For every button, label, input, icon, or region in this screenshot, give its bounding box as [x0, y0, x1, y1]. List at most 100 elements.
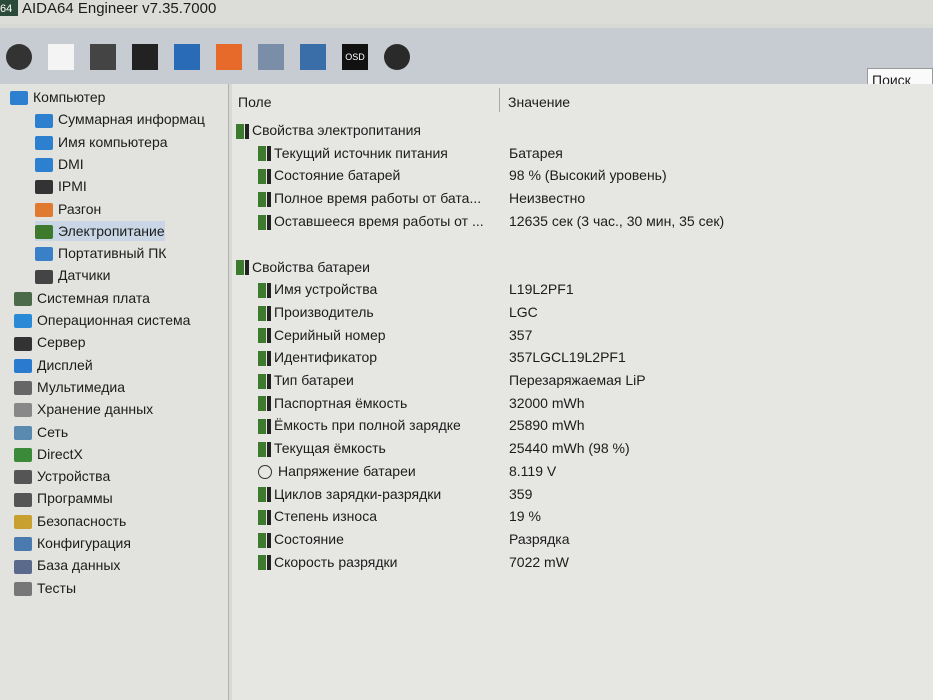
tree-item[interactable]: Безопасность	[14, 511, 126, 531]
tree-item[interactable]: Операционная система	[14, 310, 190, 330]
plug-icon	[267, 419, 271, 435]
tree-item[interactable]: DirectX	[14, 444, 83, 464]
sensor-gauge-icon[interactable]	[384, 44, 410, 70]
server-icon	[14, 336, 32, 351]
table-row[interactable]: Тип батареи	[258, 369, 354, 391]
plug-icon	[267, 305, 271, 321]
table-row[interactable]: Напряжение батареи	[258, 460, 416, 482]
tree-item-label: Конфигурация	[37, 535, 131, 551]
server-icon	[35, 180, 53, 195]
field-label: Серийный номер	[274, 326, 386, 343]
table-row[interactable]: Производитель	[258, 301, 374, 323]
field-label: Производитель	[274, 303, 374, 320]
plug-icon	[267, 214, 271, 230]
column-header-value[interactable]: Значение	[508, 94, 570, 110]
group-header[interactable]: Свойства батареи	[236, 256, 370, 278]
column-separator[interactable]	[499, 88, 500, 112]
tree-item[interactable]: Конфигурация	[14, 533, 131, 553]
network-icon[interactable]	[174, 44, 200, 70]
tree-item[interactable]: Мультимедиа	[14, 377, 125, 397]
osd-icon[interactable]: OSD	[342, 44, 368, 70]
table-row[interactable]: Ёмкость при полной зарядке	[258, 414, 461, 436]
field-value: 25890 mWh	[509, 417, 585, 434]
tree-item[interactable]: Дисплей	[14, 355, 93, 375]
field-value: 19 %	[509, 508, 541, 525]
table-row[interactable]: Текущий источник питания	[258, 142, 448, 164]
battery-icon	[258, 487, 266, 503]
group-header[interactable]: Свойства электропитания	[236, 119, 421, 141]
tree-item[interactable]: IPMI	[35, 176, 87, 196]
plug-icon	[267, 146, 271, 162]
tree-item[interactable]: Тесты	[14, 578, 76, 598]
stability-flame-icon[interactable]	[216, 44, 242, 70]
tree-item[interactable]: Программы	[14, 488, 113, 508]
table-row[interactable]: Состояние	[258, 528, 344, 550]
table-row[interactable]: Степень износа	[258, 505, 377, 527]
tree-item[interactable]: Электропитание	[35, 220, 165, 241]
report-icon[interactable]	[48, 44, 74, 70]
field-label: Имя устройства	[274, 281, 378, 298]
plug-icon	[267, 509, 271, 525]
field-value: 359	[509, 485, 533, 502]
tree-item[interactable]: Суммарная информац	[35, 109, 205, 129]
column-header-field[interactable]: Поле	[238, 94, 272, 110]
table-row[interactable]: Имя устройства	[258, 278, 377, 300]
tests-icon	[14, 581, 32, 596]
tree-item[interactable]: DMI	[35, 154, 84, 174]
computer-icon	[35, 158, 53, 173]
table-row[interactable]: Оставшееся время работы от ...	[258, 210, 484, 232]
refresh-icon[interactable]	[6, 44, 32, 70]
table-row[interactable]: Состояние батарей	[258, 164, 400, 186]
tree-item[interactable]: База данных	[14, 555, 120, 575]
table-row[interactable]: Циклов зарядки-разрядки	[258, 483, 441, 505]
tree-item[interactable]: Устройства	[14, 466, 110, 486]
battery-icon	[258, 509, 266, 525]
battery-icon	[258, 214, 266, 230]
tree-item[interactable]: Компьютер	[10, 87, 105, 107]
shield-icon	[14, 514, 32, 529]
tree-item[interactable]: Имя компьютера	[35, 132, 168, 152]
tree-item[interactable]: Сеть	[14, 422, 68, 442]
field-label: Текущая ёмкость	[274, 440, 386, 457]
table-row[interactable]: Текущая ёмкость	[258, 437, 386, 459]
field-value: 357LGCL19L2PF1	[509, 349, 626, 366]
plug-icon	[267, 373, 271, 389]
tree-item-label: Имя компьютера	[58, 133, 168, 150]
table-row[interactable]: Идентификатор	[258, 346, 377, 368]
display-icon	[14, 358, 32, 373]
field-value: 7022 mW	[509, 553, 569, 570]
tree-item[interactable]: Разгон	[35, 199, 101, 219]
programs-icon	[14, 492, 32, 507]
tree-item-label: База данных	[37, 557, 121, 574]
memory-icon[interactable]	[132, 44, 158, 70]
tree-item-label: Суммарная информац	[58, 111, 205, 128]
tree-item[interactable]: Портативный ПК	[35, 243, 166, 263]
plug-icon	[245, 123, 249, 139]
tree-item-label: Электропитание	[58, 222, 165, 239]
speaker-icon	[14, 381, 32, 396]
plug-icon	[267, 555, 271, 571]
tree-item[interactable]: Хранение данных	[14, 399, 153, 419]
table-row[interactable]: Паспортная ёмкость	[258, 392, 407, 414]
tree-item-label: Сервер	[37, 334, 86, 351]
table-row[interactable]: Полное время работы от бата...	[258, 187, 481, 209]
tree-item[interactable]: Сервер	[14, 332, 86, 352]
tree-item[interactable]: Системная плата	[14, 288, 150, 308]
table-row[interactable]: Серийный номер	[258, 324, 386, 346]
battery-icon	[258, 555, 266, 571]
field-value: 12635 сек (3 час., 30 мин, 35 сек)	[509, 212, 725, 229]
field-label: Идентификатор	[274, 349, 378, 366]
tree-item-label: Устройства	[37, 468, 111, 485]
user-icon[interactable]	[300, 44, 326, 70]
tree-item[interactable]: Датчики	[35, 265, 110, 285]
network-icon	[14, 425, 32, 440]
motherboard-icon[interactable]	[90, 44, 116, 70]
title-bar: 64 AIDA64 Engineer v7.35.7000	[0, 0, 933, 24]
tree-item-label: IPMI	[58, 178, 87, 195]
plug-icon	[245, 260, 249, 276]
field-label: Напряжение батареи	[278, 462, 416, 479]
navigation-tree[interactable]: Компьютер Суммарная информац Имя компьютер…	[0, 84, 229, 700]
plug-icon	[267, 328, 271, 344]
table-row[interactable]: Скорость разрядки	[258, 551, 398, 573]
task-icon[interactable]	[258, 44, 284, 70]
